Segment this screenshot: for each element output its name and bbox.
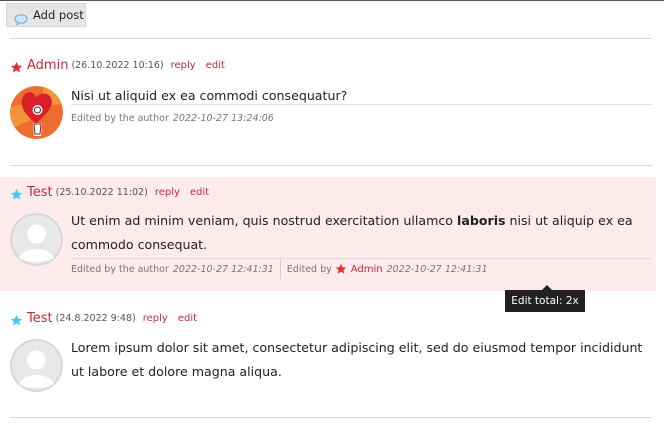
bold-text: laboris	[457, 213, 506, 228]
reply-link[interactable]: reply	[155, 187, 180, 198]
red-star-icon	[10, 59, 23, 72]
add-post-button[interactable]: Add post	[6, 3, 86, 27]
tooltip-text: Edit total: 2x	[511, 295, 579, 307]
post-header: Test (25.10.2022 11:02) reply edit	[10, 184, 219, 200]
separator	[10, 165, 652, 166]
edit-link[interactable]: edit	[178, 313, 197, 324]
add-post-label: Add post	[33, 8, 84, 22]
edit-info-rule	[71, 258, 651, 259]
speech-bubble-icon	[14, 10, 28, 26]
admin-avatar[interactable]	[10, 86, 63, 139]
post-header: Admin (26.10.2022 10:16) reply edit	[10, 57, 235, 73]
reply-link[interactable]: reply	[171, 60, 196, 71]
top-rule	[0, 0, 664, 1]
author-name[interactable]: Test	[27, 185, 53, 200]
edit-divider	[279, 259, 281, 279]
edit-info: Edited by the author 2022-10-27 12:41:31…	[71, 259, 488, 279]
edit-timestamp[interactable]: 2022-10-27 12:41:31	[173, 264, 274, 275]
post-content: Ut enim ad minim veniam, quis nostrud ex…	[71, 213, 633, 252]
post-date: (26.10.2022 10:16)	[71, 59, 164, 71]
edited-by-text: Edited by	[286, 263, 332, 275]
edit-total-tooltip: Edit total: 2x	[505, 285, 585, 312]
separator	[10, 38, 652, 39]
blue-star-icon	[10, 186, 23, 199]
author-name[interactable]: Test	[27, 311, 53, 326]
default-avatar[interactable]	[10, 213, 63, 266]
post-date: (25.10.2022 11:02)	[55, 186, 148, 198]
edit-info: Edited by the author 2022-10-27 13:24:06	[71, 110, 274, 126]
edited-by-author-text: Edited by the author	[71, 263, 169, 275]
edit-link[interactable]: edit	[206, 60, 225, 71]
reply-link[interactable]: reply	[143, 313, 168, 324]
edited-by-author-text: Edited by the author	[71, 112, 169, 124]
edit-timestamp[interactable]: 2022-10-27 12:41:31	[387, 264, 488, 275]
post-date: (24.8.2022 9:48)	[55, 312, 136, 324]
blue-star-icon	[10, 312, 23, 325]
red-star-icon	[335, 263, 347, 275]
default-avatar[interactable]	[10, 339, 63, 392]
author-name[interactable]: Admin	[27, 58, 68, 73]
edit-author-link[interactable]: Admin	[351, 264, 383, 275]
edit-link[interactable]: edit	[190, 187, 209, 198]
post-header: Test (24.8.2022 9:48) reply edit	[10, 310, 207, 326]
edit-timestamp: 2022-10-27 13:24:06	[172, 112, 274, 124]
post-content: Lorem ipsum dolor sit amet, consectetur …	[71, 340, 643, 379]
separator	[10, 417, 652, 418]
edit-info-rule	[71, 104, 651, 105]
